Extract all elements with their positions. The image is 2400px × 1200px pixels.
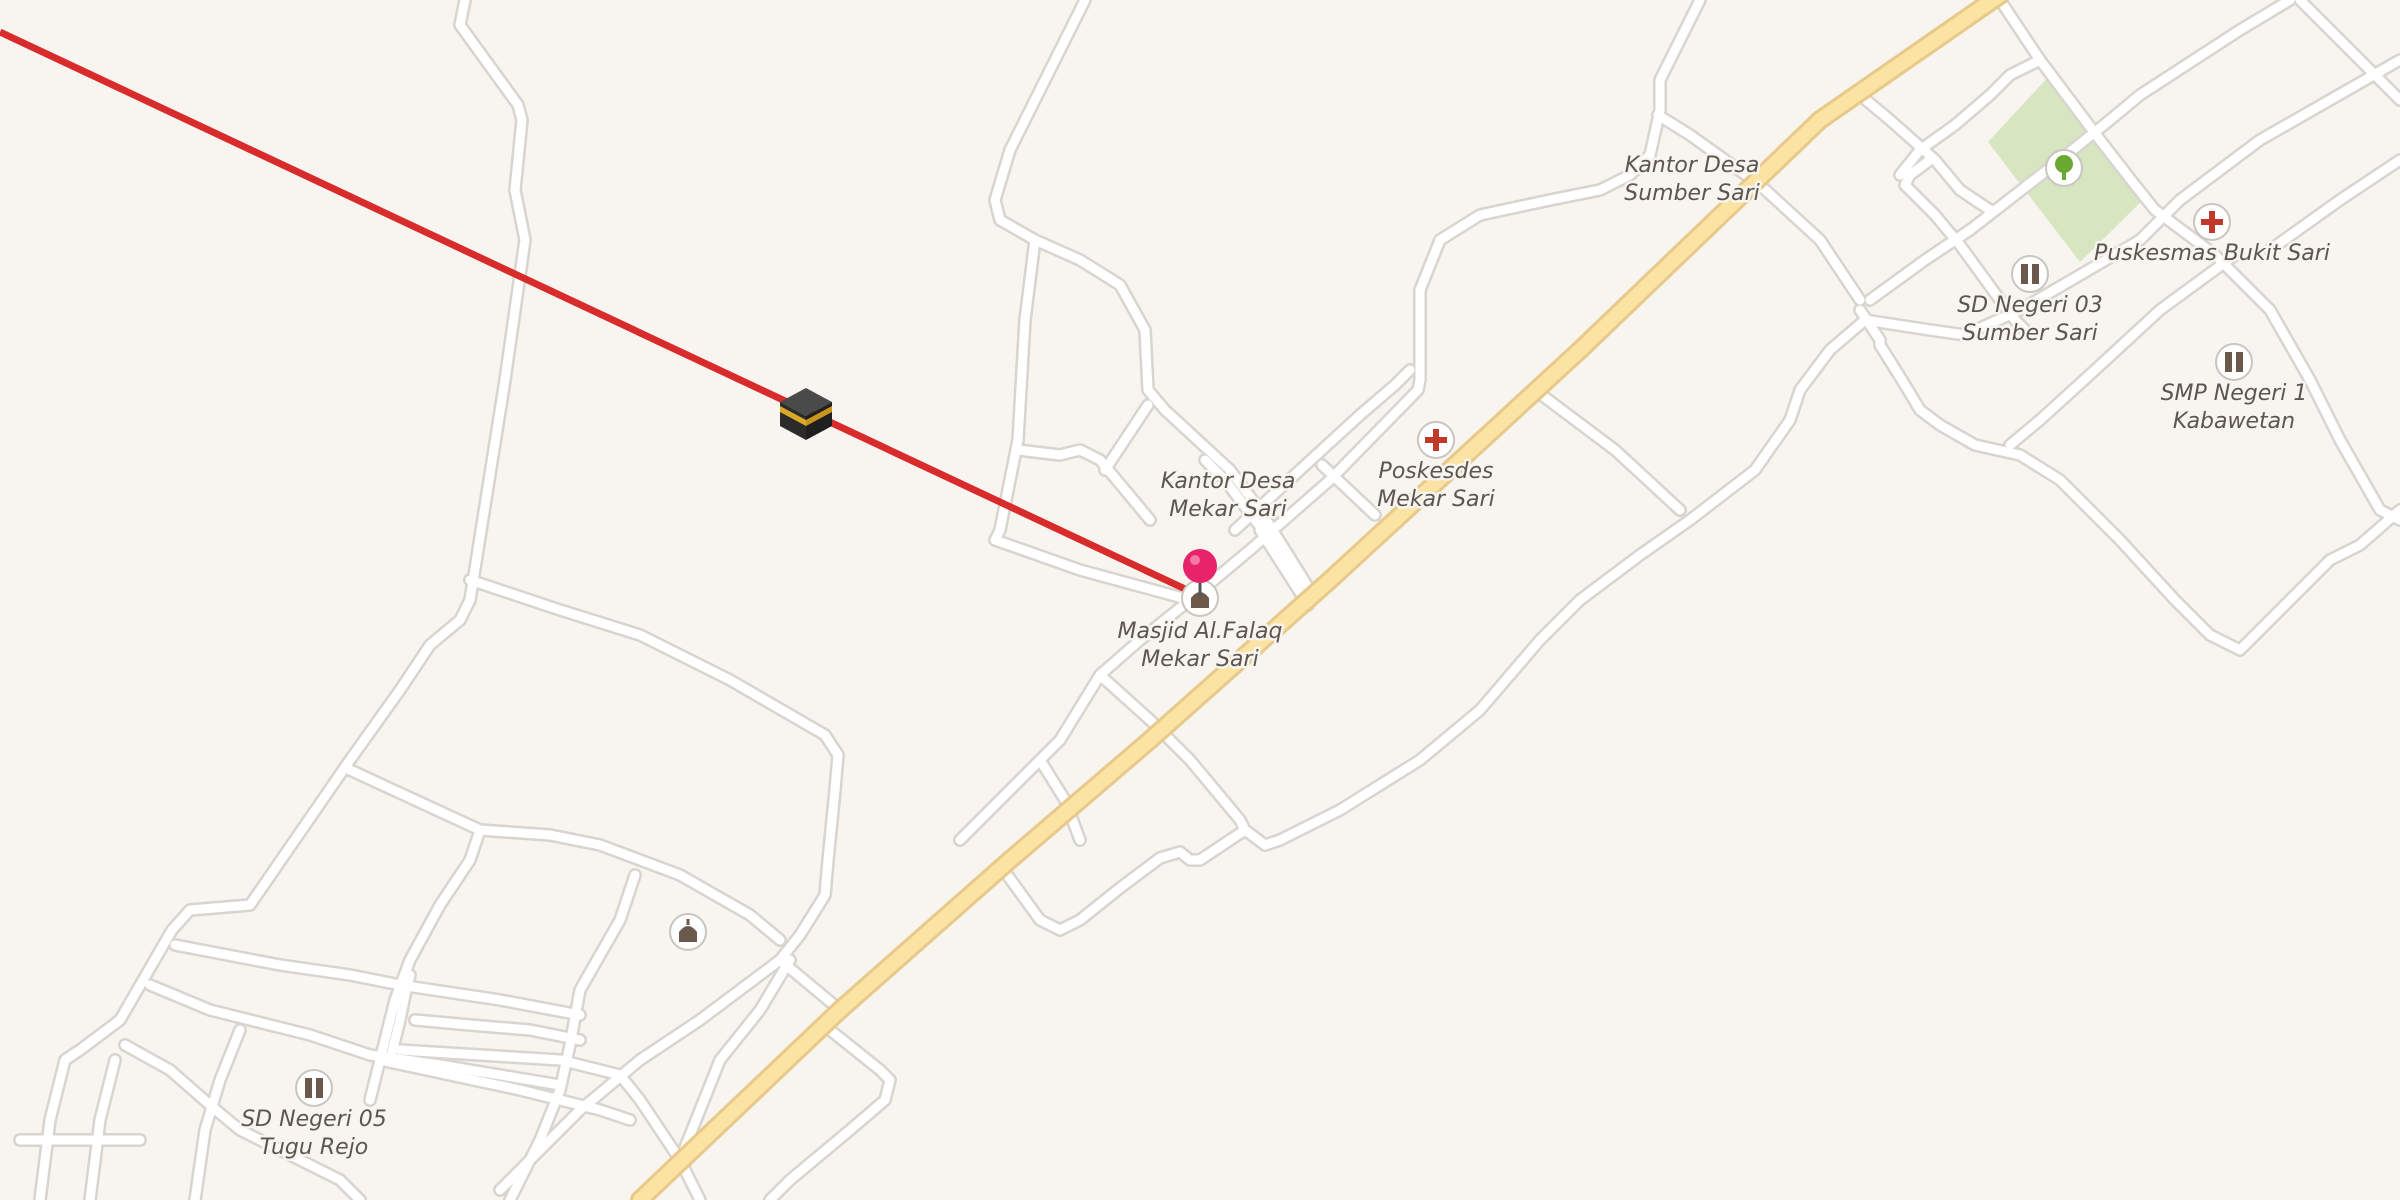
- school-icon[interactable]: [2215, 343, 2253, 381]
- map-canvas[interactable]: Kantor Desa Sumber Sari Puskesmas Bukit S…: [0, 0, 2400, 1200]
- hospital-cross-icon[interactable]: [2193, 203, 2231, 241]
- poi-label: Puskesmas Bukit Sari: [2094, 241, 2330, 266]
- tree-icon[interactable]: [2045, 149, 2083, 187]
- school-icon[interactable]: [295, 1069, 333, 1107]
- school-icon[interactable]: [2011, 255, 2049, 293]
- hospital-cross-icon[interactable]: [1417, 421, 1455, 459]
- mosque-icon[interactable]: [669, 913, 707, 951]
